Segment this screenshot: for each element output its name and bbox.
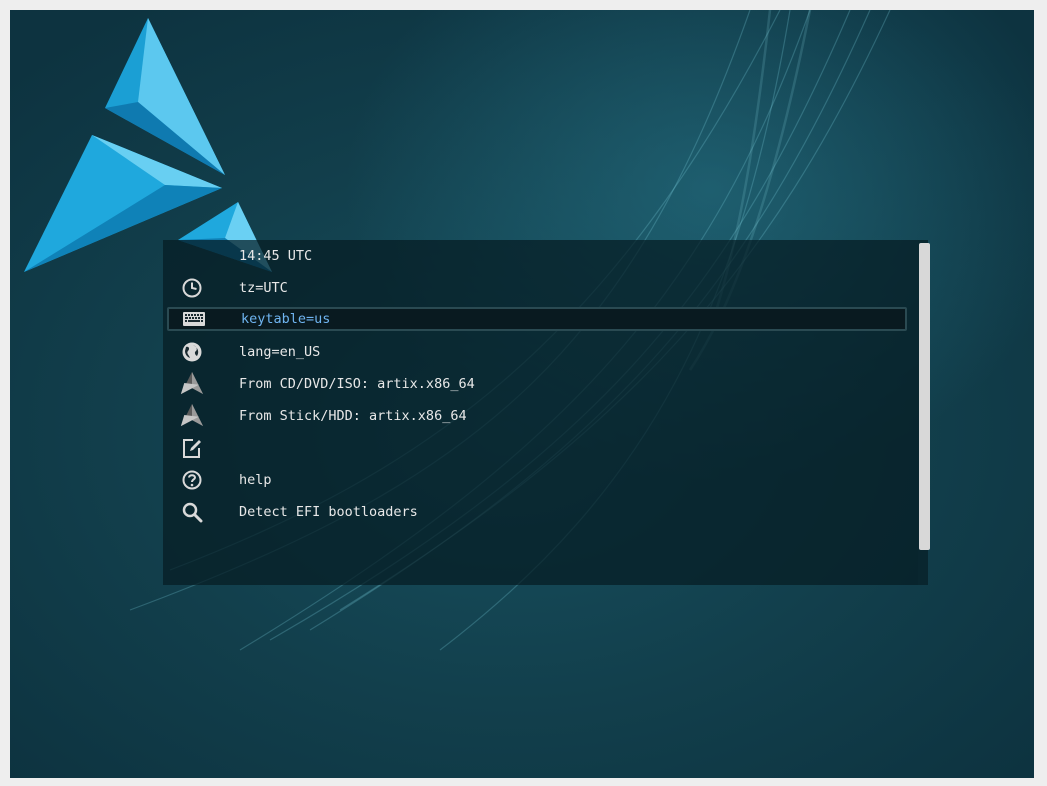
artix-logo-icon [180, 371, 204, 395]
menu-item-label: From CD/DVD/ISO: artix.x86_64 [239, 376, 475, 392]
search-icon [180, 501, 204, 523]
globe-icon [180, 341, 204, 363]
help-icon [180, 469, 204, 491]
boot-screen: 14:45 UTC tz=UTC keytable=us lang=en_US … [10, 10, 1034, 778]
menu-item-label: 14:45 UTC [239, 248, 313, 264]
edit-icon [180, 437, 204, 459]
menu-item-timezone[interactable]: tz=UTC [167, 276, 907, 300]
menu-item-boot-hdd[interactable]: From Stick/HDD: artix.x86_64 [167, 403, 907, 428]
keyboard-icon [182, 308, 206, 330]
blank-icon [180, 245, 204, 267]
menu-item-label: help [239, 472, 272, 488]
menu-item-label: Detect EFI bootloaders [239, 504, 418, 520]
menu-item-edit[interactable] [167, 436, 907, 460]
menu-item-label: From Stick/HDD: artix.x86_64 [239, 408, 467, 424]
artix-logo-icon [180, 403, 204, 427]
menu-item-detect-efi[interactable]: Detect EFI bootloaders [167, 500, 907, 524]
clock-icon [180, 277, 204, 299]
menu-item-boot-cd[interactable]: From CD/DVD/ISO: artix.x86_64 [167, 371, 907, 396]
scrollbar-thumb[interactable] [919, 243, 930, 550]
menu-item-language[interactable]: lang=en_US [167, 340, 907, 364]
menu-item-help[interactable]: help [167, 468, 907, 492]
menu-item-keytable[interactable]: keytable=us [167, 307, 907, 331]
menu-item-label: tz=UTC [239, 280, 288, 296]
menu-item-time[interactable]: 14:45 UTC [167, 244, 907, 268]
menu-item-label: keytable=us [241, 311, 331, 327]
boot-menu: 14:45 UTC tz=UTC keytable=us lang=en_US … [163, 240, 930, 585]
menu-item-label: lang=en_US [239, 344, 321, 360]
